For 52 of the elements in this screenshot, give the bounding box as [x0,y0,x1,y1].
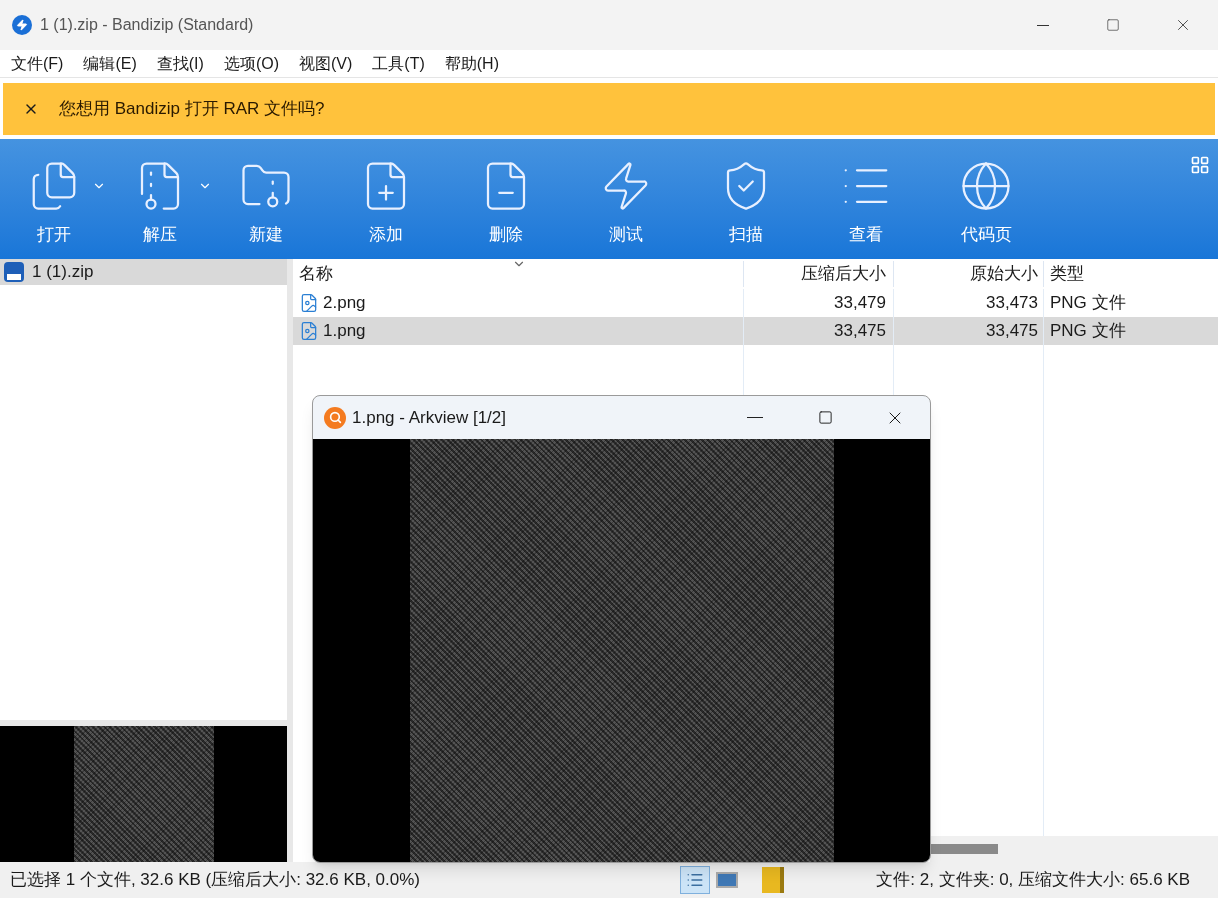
toolbar-button[interactable]: 删除 [474,139,538,248]
column-header[interactable]: 类型 [1043,261,1218,287]
tree-item[interactable]: 1 (1).zip [0,259,287,285]
tree-label: 1 (1).zip [32,261,94,284]
menu-item[interactable]: 工具(T) [365,51,432,76]
column-header[interactable]: 压缩后大小 [743,261,893,287]
compressed-size: 33,475 [834,320,886,343]
zip-icon [4,262,24,282]
toolbar-button[interactable]: 添加 [354,139,418,248]
status-summary: 文件: 2, 文件夹: 0, 压缩文件大小: 65.6 KB [876,869,1190,892]
maximize-icon [1106,18,1120,32]
app-logo-icon [12,15,32,35]
toolbar-icon [959,159,1013,213]
file-row[interactable]: 1.png 33,475 33,475 PNG 文件 [293,317,1218,345]
scrollbar-thumb[interactable] [930,844,998,854]
minimize-icon [1037,24,1049,26]
image-file-icon [299,293,319,313]
toolbar-button[interactable]: 扫描 [714,139,778,248]
menu-item[interactable]: 文件(F) [4,51,71,76]
image-file-icon [299,321,319,341]
toolbar-button[interactable]: 代码页 [954,139,1018,248]
file-type: PNG 文件 [1050,292,1126,315]
window-title: 1 (1).zip - Bandizip (Standard) [40,15,254,35]
toolbar-button[interactable]: 解压 [128,139,192,248]
toolbar-button[interactable]: 打开 [22,139,86,248]
menu-item[interactable]: 帮助(H) [437,51,506,76]
viewer-title: 1.png - Arkview [1/2] [352,406,507,429]
folder-icon[interactable] [762,867,784,893]
maximize-icon [817,410,833,425]
scrollbar-track[interactable] [930,836,1218,862]
toolbar-button[interactable]: 新建 [234,139,298,248]
original-size: 33,473 [986,292,1038,315]
details-view-icon[interactable] [680,866,710,894]
status-text: 已选择 1 个文件, 32.6 KB (压缩后大小: 32.6 KB, 0.0%) [10,869,420,892]
file-type: PNG 文件 [1050,320,1126,343]
toolbar-button[interactable]: 查看 [834,139,898,248]
toolbar-button[interactable]: 测试 [594,139,658,248]
minimize-icon [747,417,763,418]
banner-text: 您想用 Bandizip 打开 RAR 文件吗? [59,98,325,121]
original-size: 33,475 [986,320,1038,343]
compressed-size: 33,479 [834,292,886,315]
search-icon [324,406,346,429]
column-header[interactable]: 名称 [293,261,743,287]
thumbnail-view-icon[interactable] [716,872,738,888]
menu-item[interactable]: 视图(V) [292,51,360,76]
layout-icon[interactable] [1190,155,1210,175]
menu-item[interactable]: 查找(I) [149,51,211,76]
menu-item[interactable]: 编辑(E) [76,51,144,76]
menu-item[interactable]: 选项(O) [216,51,286,76]
column-header[interactable]: 原始大小 [893,261,1043,287]
file-name: 2.png [323,292,366,315]
file-name: 1.png [323,320,366,343]
